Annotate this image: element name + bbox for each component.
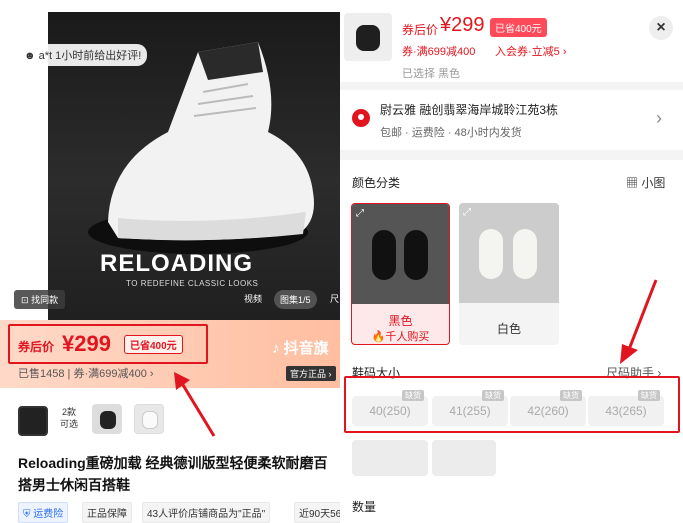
tag-label: 运费险 (33, 509, 64, 520)
find-same-label: 找同款 (31, 295, 59, 305)
tab-size[interactable]: 尺 (330, 292, 339, 305)
close-icon[interactable]: × (649, 16, 673, 40)
sku-thumbnail (344, 13, 392, 61)
variant-row (0, 398, 340, 444)
sku-saved-badge: 已省400元 (490, 18, 547, 37)
douyin-flagship-label[interactable]: ♪ 抖音旗 (272, 337, 329, 358)
scan-icon: ⊡ (21, 295, 29, 305)
color-popularity: 🔥千人购买 (352, 328, 449, 344)
color-name-black: 黑色 (388, 314, 413, 328)
address-sub: 包邮 · 运费险 · 48小时内发货 (380, 127, 522, 139)
variant-thumb-black[interactable] (92, 404, 122, 434)
hero-brand-text: RELOADING (100, 250, 253, 277)
review-chip: ☻ a*t 1小时前给出好评! (18, 44, 148, 66)
size-option-obscured[interactable] (352, 440, 428, 476)
review-chip-text: a*t 1小时前给出好评! (38, 50, 142, 62)
sku-coupon: 券·满699减400 (402, 46, 476, 58)
tag-authentic[interactable]: 正品保障 (82, 502, 132, 523)
grid-icon: ▦ (626, 176, 639, 190)
expand-icon: ⤢ (463, 207, 471, 218)
color-section-label: 颜色分类 (352, 176, 401, 190)
sku-price-label: 券后价 (402, 23, 439, 37)
variant-count-text: 2款 可选 (60, 407, 79, 429)
white-shoe-image: ⤢ (459, 203, 559, 303)
product-hero[interactable]: ☻ a*t 1小时前给出好评! RELOADING TO REDEFINE CL… (0, 0, 340, 320)
small-view-toggle[interactable]: ▦ 小图 (626, 174, 665, 191)
user-avatar-icon: ☻ (24, 50, 36, 62)
small-view-label: 小图 (641, 176, 666, 190)
tab-images[interactable]: 图集1/5 (274, 290, 317, 309)
product-title: Reloading重磅加载 经典德训版型轻便柔软耐磨百搭男士休闲百搭鞋 (18, 455, 328, 493)
tag-shipping-insurance[interactable]: ⛨ 运费险 (18, 502, 69, 523)
tag-recent[interactable]: 近90天56 (294, 502, 340, 523)
color-option-white[interactable]: ⤢ 白色 (459, 203, 559, 345)
saved-badge: 已省400元 (124, 335, 183, 354)
variant-count[interactable]: 2款 可选 (60, 406, 78, 430)
tag-reviews[interactable]: 43人评价店铺商品为"正品" (142, 502, 271, 523)
out-of-stock-badge: 缺货 (638, 390, 660, 401)
variant-thumb-selected[interactable] (18, 406, 48, 436)
out-of-stock-badge: 缺货 (402, 390, 424, 401)
hero-tagline: TO REDEFINE CLASSIC LOOKS (126, 279, 259, 288)
color-option-black[interactable]: ⤢ 黑色 🔥千人购买 (351, 203, 450, 345)
sold-count[interactable]: 已售1458 | 券·满699减400 › (18, 365, 154, 381)
sku-selected: 已选择 黑色 (402, 68, 461, 80)
out-of-stock-badge: 缺货 (560, 390, 582, 401)
product-detail-panel: ☻ a*t 1小时前给出好评! RELOADING TO REDEFINE CL… (0, 0, 340, 523)
out-of-stock-badge: 缺货 (482, 390, 504, 401)
sku-price: ¥299 (440, 14, 485, 36)
price-value: ¥299 (62, 331, 111, 356)
douyin-icon: ♪ (272, 340, 280, 357)
douyin-flag-text: 抖音旗 (283, 340, 329, 357)
price-label: 券后价 (18, 340, 55, 354)
annotation-arrow-icon (620, 279, 658, 364)
shield-icon: ⛨ (23, 509, 31, 520)
sku-selector-panel: 券后价 ¥299 已省400元 券·满699减400 入会券·立减5 › 已选择… (340, 0, 683, 523)
quantity-label: 数量 (352, 500, 377, 514)
address-text: 尉云雅 融创翡翠海岸城聆江苑3栋 (380, 103, 559, 117)
tab-video[interactable]: 视频 (244, 292, 262, 305)
find-same-button[interactable]: ⊡ 找同款 (14, 290, 66, 309)
fire-icon: 🔥 (371, 331, 386, 343)
color-name-white: 白色 (496, 322, 521, 336)
variant-thumb-white[interactable] (134, 404, 164, 434)
color-popularity-text: 千人购买 (385, 331, 430, 343)
location-pin-icon (352, 109, 370, 127)
black-shoe-image: ⤢ (352, 204, 449, 304)
address-row[interactable]: › (340, 90, 683, 150)
expand-icon: ⤢ (356, 208, 364, 219)
size-option-obscured[interactable] (432, 440, 496, 476)
chevron-right-icon: › (656, 108, 662, 128)
sku-join-coupon[interactable]: 入会券·立减5 › (495, 43, 567, 59)
official-badge[interactable]: 官方正品 › (286, 366, 336, 381)
